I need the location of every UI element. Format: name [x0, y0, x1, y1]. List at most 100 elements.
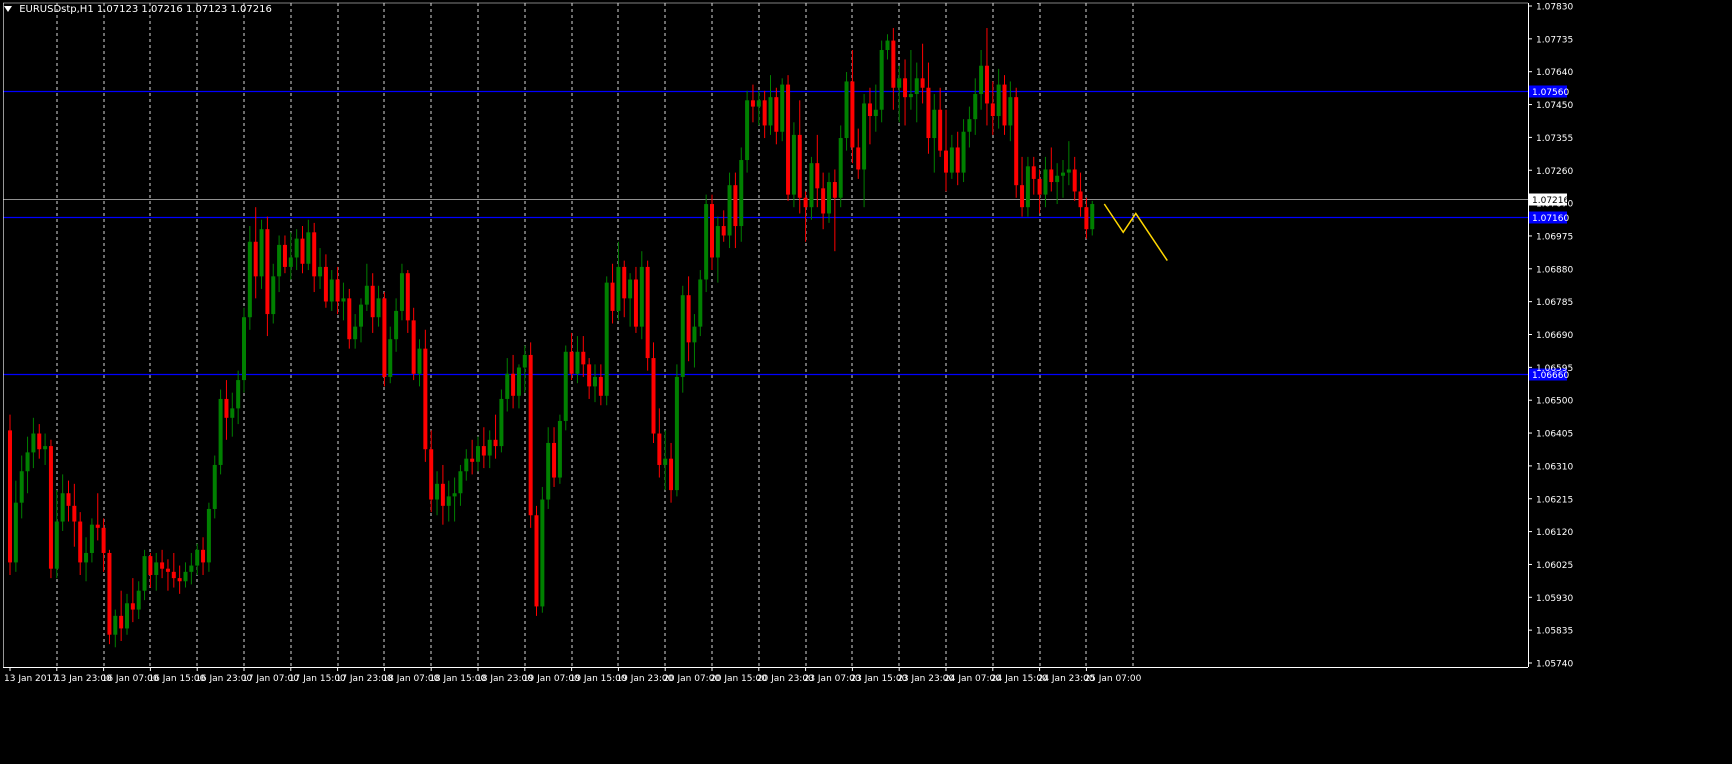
candle-body	[148, 556, 153, 575]
candle-body	[72, 505, 77, 522]
candle-body	[60, 493, 65, 522]
candle-body	[926, 87, 931, 139]
candle-body	[423, 348, 428, 450]
candle-body	[8, 430, 12, 563]
candle-body	[698, 279, 703, 327]
candle-body	[364, 285, 369, 305]
level-price-label: 1.07560	[1532, 88, 1569, 98]
candle-body	[101, 527, 106, 553]
candle-body	[440, 483, 445, 506]
candle-body	[382, 298, 387, 377]
candle-body	[247, 241, 252, 318]
candle-body	[54, 521, 59, 569]
price-chart[interactable]: 1.075601.071601.06660 1.078301.077351.07…	[0, 0, 1732, 760]
candle-body	[119, 615, 124, 629]
candle-body	[903, 78, 908, 98]
y-tick-label: 1.06975	[1536, 232, 1573, 242]
chart-window[interactable]: 1.07560 1.07160 1.06660 1.07830 1.07735 1.07…	[0, 0, 1732, 760]
candle-body	[394, 310, 399, 340]
y-tick-label: 1.06310	[1536, 462, 1573, 472]
candle-body	[686, 295, 691, 343]
candle-body	[253, 241, 258, 277]
candle-body	[914, 78, 919, 95]
candle-body	[815, 163, 820, 189]
candle-body	[780, 84, 785, 132]
candle-body	[961, 131, 966, 173]
candle-body	[692, 326, 697, 343]
candle-body	[481, 446, 486, 456]
candle-body	[189, 565, 194, 572]
candle-body	[979, 65, 984, 95]
candle-body	[388, 339, 393, 377]
candle-body	[493, 439, 498, 447]
candle-body	[306, 232, 311, 264]
candle-body	[195, 549, 200, 566]
candle-body	[113, 615, 118, 635]
candle-body	[277, 244, 282, 277]
candle-body	[107, 552, 112, 635]
candle-body	[183, 571, 188, 582]
candle-body	[949, 147, 954, 173]
y-tick-label: 1.06880	[1536, 265, 1573, 275]
candle-body	[1049, 169, 1054, 183]
candle-body	[177, 578, 182, 582]
candle-body	[552, 442, 557, 478]
candle-body	[990, 103, 995, 117]
candle-body	[125, 603, 129, 629]
dropdown-triangle-icon[interactable]	[4, 6, 12, 12]
candle-body	[165, 568, 170, 572]
candle-body	[575, 351, 580, 374]
candle-body	[680, 295, 685, 377]
candle-body	[534, 515, 539, 607]
symbol-name: EURUSDstp,H1	[19, 4, 94, 15]
candle-body	[587, 364, 592, 387]
candle-body	[13, 502, 18, 563]
candle-body	[201, 549, 206, 563]
candle-body	[774, 97, 779, 132]
y-tick-label: 1.07355	[1536, 134, 1573, 144]
candle-body	[1025, 166, 1030, 208]
candle-body	[130, 603, 135, 610]
candle-body	[616, 266, 621, 311]
candle-body	[762, 100, 767, 126]
candle-body	[476, 446, 480, 462]
x-tick-label: 13 Jan 2017	[4, 674, 58, 684]
candle-body	[224, 398, 229, 418]
candle-body	[908, 94, 913, 98]
candle-body	[768, 97, 773, 126]
candle-body	[1078, 191, 1083, 208]
candle-body	[66, 493, 71, 506]
candle-body	[715, 226, 720, 258]
candle-body	[633, 279, 638, 327]
candle-body	[142, 556, 147, 591]
candle-body	[832, 182, 837, 198]
y-tick-label: 1.07830	[1536, 3, 1573, 13]
candle-body	[967, 119, 972, 132]
candle-body	[756, 100, 761, 107]
candle-body	[563, 351, 568, 421]
candle-body	[31, 433, 36, 453]
candle-body	[271, 276, 276, 315]
candle-body	[259, 229, 264, 277]
candle-body	[282, 244, 287, 267]
candle-body	[405, 273, 410, 321]
candle-body	[171, 571, 176, 579]
candle-body	[370, 285, 375, 318]
candle-body	[838, 138, 843, 198]
candle-body	[897, 78, 902, 88]
candle-body	[95, 524, 100, 528]
y-tick-label: 1.06215	[1536, 495, 1573, 505]
candle-body	[739, 160, 744, 227]
candle-body	[786, 84, 791, 195]
candle-body	[955, 147, 960, 173]
candle-body	[294, 238, 299, 258]
candle-body	[657, 433, 662, 465]
symbol-info-bar[interactable]: EURUSDstp,H1 1.07123 1.07216 1.07123 1.0…	[4, 4, 272, 15]
candle-body	[435, 483, 440, 500]
candle-body	[136, 590, 141, 610]
candle-body	[516, 367, 521, 396]
candle-body	[867, 103, 872, 117]
candle-body	[1037, 178, 1042, 195]
y-tick-label: 1.06120	[1536, 528, 1573, 538]
candle-body	[557, 420, 562, 478]
